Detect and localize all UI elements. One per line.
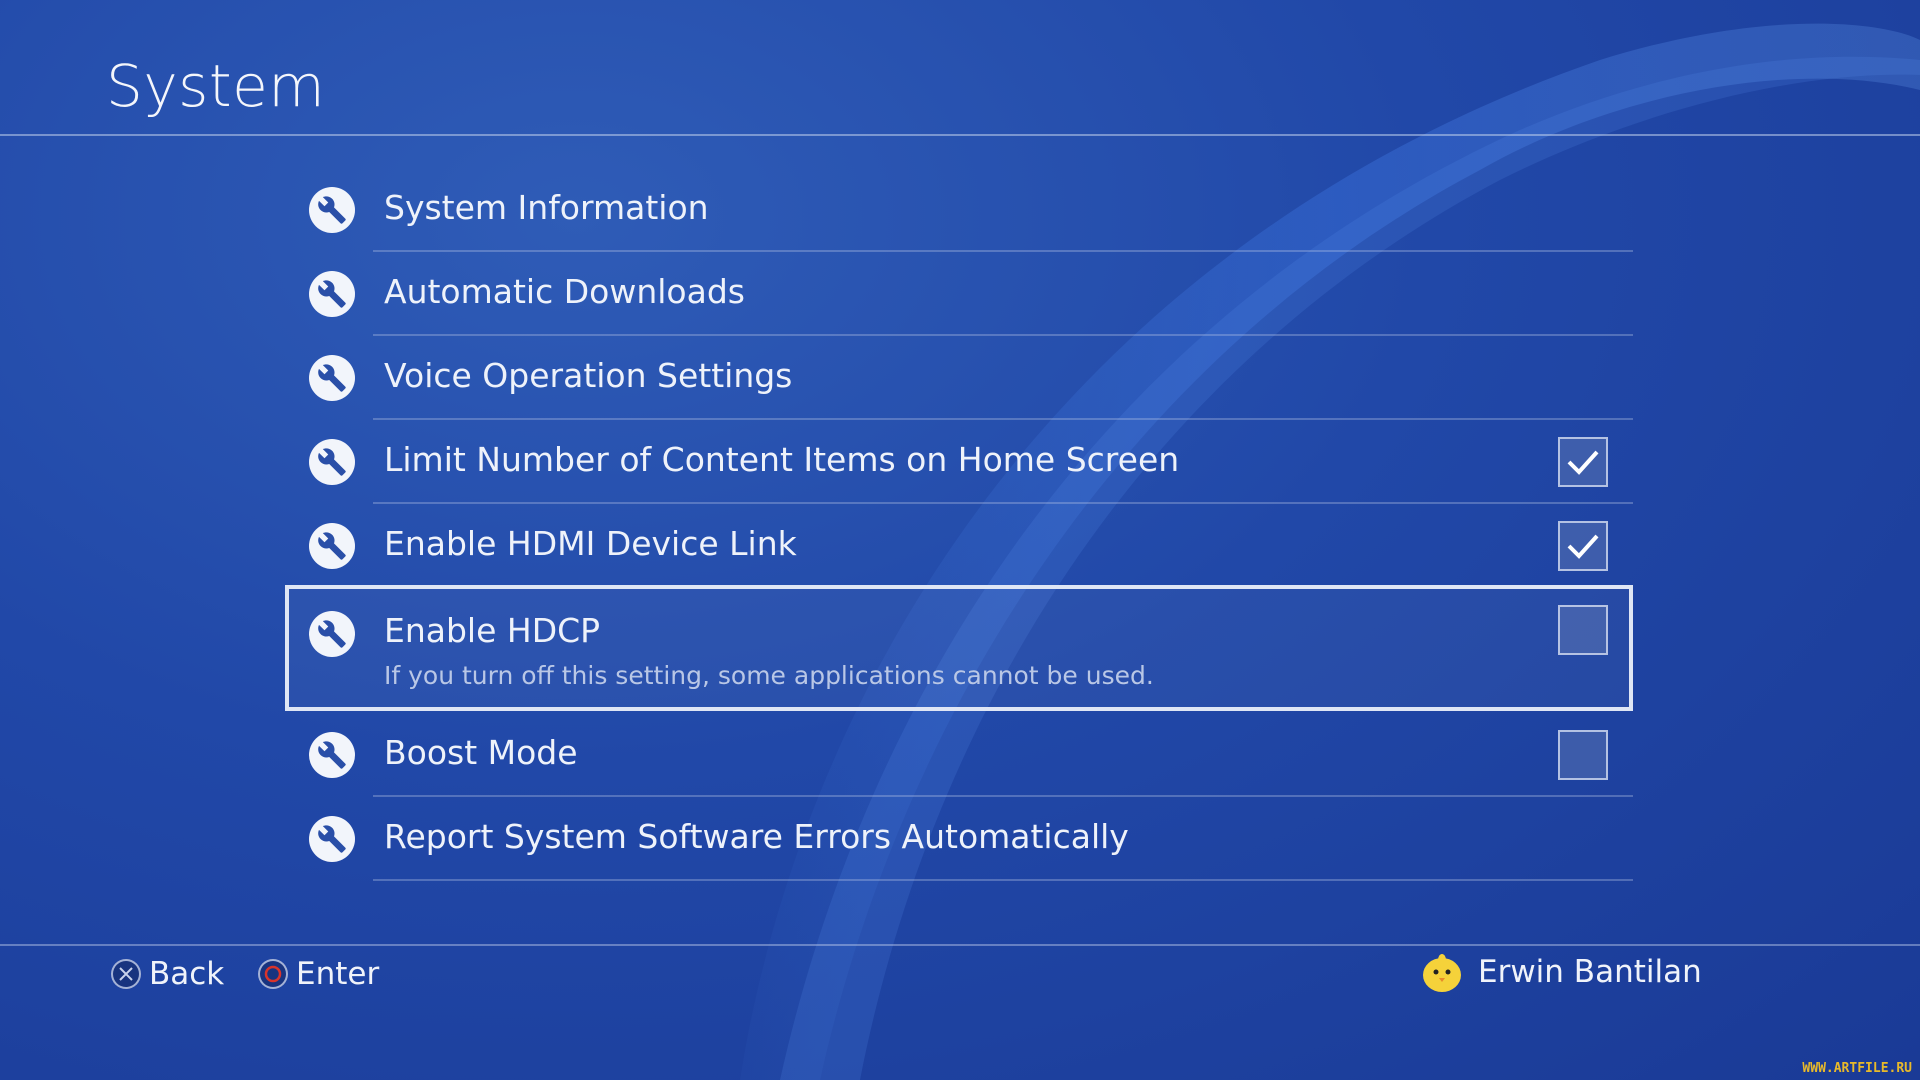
wrench-icon bbox=[309, 732, 355, 778]
checkmark-icon bbox=[1567, 450, 1599, 475]
wrench-icon bbox=[309, 271, 355, 317]
back-button[interactable]: Back bbox=[111, 952, 224, 996]
user-name: Erwin Bantilan bbox=[1478, 954, 1702, 990]
menu-item-enable-hdmi-device-link[interactable]: Enable HDMI Device Link bbox=[285, 504, 1633, 588]
page-title: System bbox=[106, 52, 326, 120]
enter-button[interactable]: Enter bbox=[258, 952, 379, 996]
circle-button-icon bbox=[258, 959, 288, 989]
wrench-icon bbox=[309, 355, 355, 401]
checkmark-icon bbox=[1567, 534, 1599, 559]
menu-item-label: Enable HDMI Device Link bbox=[384, 524, 797, 563]
menu-item-automatic-downloads[interactable]: Automatic Downloads bbox=[285, 252, 1633, 336]
back-label: Back bbox=[149, 956, 225, 992]
checkbox-checked[interactable] bbox=[1558, 437, 1608, 487]
menu-item-voice-operation-settings[interactable]: Voice Operation Settings bbox=[285, 336, 1633, 420]
wrench-icon bbox=[309, 611, 355, 657]
menu-item-report-system-software-errors[interactable]: Report System Software Errors Automatica… bbox=[285, 797, 1633, 881]
header-divider bbox=[0, 134, 1920, 136]
menu-item-boost-mode[interactable]: Boost Mode bbox=[285, 713, 1633, 797]
watermark: WWW.ARTFILE.RU bbox=[1802, 1061, 1912, 1076]
menu-item-label: Report System Software Errors Automatica… bbox=[384, 817, 1129, 856]
checkbox-unchecked[interactable] bbox=[1558, 730, 1608, 780]
checkbox-unchecked[interactable] bbox=[1558, 605, 1608, 655]
menu-item-label: Limit Number of Content Items on Home Sc… bbox=[384, 440, 1180, 479]
menu-item-system-information[interactable]: System Information bbox=[285, 168, 1633, 252]
menu-item-limit-content-items[interactable]: Limit Number of Content Items on Home Sc… bbox=[285, 420, 1633, 504]
cross-button-icon bbox=[111, 959, 141, 989]
row-divider bbox=[373, 879, 1633, 881]
wrench-icon bbox=[309, 816, 355, 862]
enter-label: Enter bbox=[296, 956, 380, 992]
chick-avatar-icon bbox=[1423, 954, 1461, 992]
user-profile: Erwin Bantilan bbox=[1420, 950, 1702, 994]
footer-divider bbox=[0, 944, 1920, 946]
wrench-icon bbox=[309, 187, 355, 233]
menu-item-description: If you turn off this setting, some appli… bbox=[384, 661, 1154, 690]
menu-item-label: Boost Mode bbox=[384, 733, 578, 772]
menu-item-label: System Information bbox=[384, 188, 709, 227]
menu-item-label: Voice Operation Settings bbox=[384, 356, 793, 395]
menu-item-label: Automatic Downloads bbox=[384, 272, 745, 311]
checkbox-checked[interactable] bbox=[1558, 521, 1608, 571]
wrench-icon bbox=[309, 439, 355, 485]
menu-item-label: Enable HDCP bbox=[384, 611, 601, 650]
wrench-icon bbox=[309, 523, 355, 569]
menu-item-enable-hdcp[interactable]: Enable HDCP If you turn off this setting… bbox=[285, 585, 1633, 711]
